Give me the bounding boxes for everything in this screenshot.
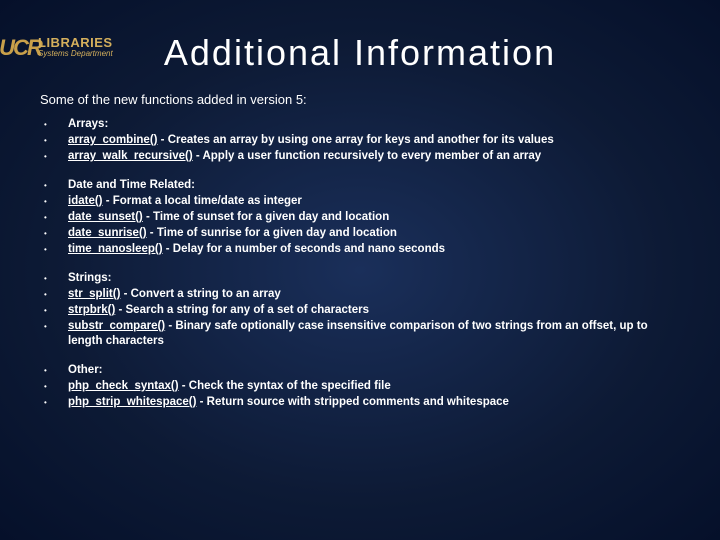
list-group: •Date and Time Related:•idate() - Format… [40,178,680,257]
function-name: idate() [68,195,103,207]
function-name: php_check_syntax() [68,380,179,392]
item-text: array_walk_recursive() - Apply a user fu… [68,149,541,164]
bullet-icon: • [40,149,68,164]
function-desc: - Time of sunrise for a given day and lo… [147,227,397,239]
function-name: date_sunrise() [68,227,147,239]
function-desc: - Format a local time/date as integer [103,195,302,207]
item-text: substr_compare() - Binary safe optionall… [68,319,680,349]
function-desc: - Time of sunset for a given day and loc… [143,211,389,223]
list-item: •php_check_syntax() - Check the syntax o… [40,379,680,394]
bullet-icon: • [40,133,68,148]
list-item: •date_sunrise() - Time of sunrise for a … [40,226,680,241]
function-name: time_nanosleep() [68,243,163,255]
bullet-icon: • [40,226,68,241]
bullet-icon: • [40,363,68,378]
bullet-icon: • [40,271,68,286]
function-name: date_sunset() [68,211,143,223]
group-heading: Arrays: [68,117,108,132]
function-desc: - Return source with stripped comments a… [196,396,508,408]
function-desc: - Delay for a number of seconds and nano… [163,243,445,255]
bullet-icon: • [40,319,68,334]
bullet-icon: • [40,242,68,257]
content-area: •Arrays:•array_combine() - Creates an ar… [40,117,680,410]
function-name: php_strip_whitespace() [68,396,196,408]
function-desc: - Convert a string to an array [120,288,280,300]
item-text: strpbrk() - Search a string for any of a… [68,303,369,318]
list-item: •Strings: [40,271,680,286]
list-item: •Date and Time Related: [40,178,680,193]
logo-systems: Systems Department [38,50,113,58]
list-item: •time_nanosleep() - Delay for a number o… [40,242,680,257]
function-name: substr_compare() [68,320,165,332]
item-text: str_split() - Convert a string to an arr… [68,287,281,302]
function-desc: - Check the syntax of the specified file [179,380,391,392]
bullet-icon: • [40,210,68,225]
item-text: array_combine() - Creates an array by us… [68,133,554,148]
bullet-icon: • [40,117,68,132]
item-text: idate() - Format a local time/date as in… [68,194,302,209]
item-text: php_check_syntax() - Check the syntax of… [68,379,391,394]
list-group: •Strings:•str_split() - Convert a string… [40,271,680,349]
function-name: array_walk_recursive() [68,150,193,162]
function-name: array_combine() [68,134,157,146]
list-group: •Arrays:•array_combine() - Creates an ar… [40,117,680,164]
logo-mark: UCR [6,36,34,60]
intro-text: Some of the new functions added in versi… [40,92,720,107]
list-item: •array_walk_recursive() - Apply a user f… [40,149,680,164]
group-heading: Strings: [68,271,111,286]
org-logo: UCR LIBRARIES Systems Department [6,36,113,60]
logo-libraries: LIBRARIES [38,36,113,49]
bullet-icon: • [40,194,68,209]
list-item: •idate() - Format a local time/date as i… [40,194,680,209]
function-name: strpbrk() [68,304,115,316]
bullet-icon: • [40,287,68,302]
list-item: •str_split() - Convert a string to an ar… [40,287,680,302]
group-heading: Other: [68,363,103,378]
item-text: date_sunset() - Time of sunset for a giv… [68,210,389,225]
bullet-icon: • [40,395,68,410]
function-desc: - Apply a user function recursively to e… [193,150,542,162]
list-item: •array_combine() - Creates an array by u… [40,133,680,148]
list-item: •substr_compare() - Binary safe optional… [40,319,680,349]
item-text: date_sunrise() - Time of sunrise for a g… [68,226,397,241]
list-item: •Arrays: [40,117,680,132]
list-item: •strpbrk() - Search a string for any of … [40,303,680,318]
group-heading: Date and Time Related: [68,178,195,193]
item-text: time_nanosleep() - Delay for a number of… [68,242,445,257]
function-name: str_split() [68,288,120,300]
function-desc: - Search a string for any of a set of ch… [115,304,369,316]
list-group: •Other:•php_check_syntax() - Check the s… [40,363,680,410]
bullet-icon: • [40,178,68,193]
list-item: •php_strip_whitespace() - Return source … [40,395,680,410]
list-item: •date_sunset() - Time of sunset for a gi… [40,210,680,225]
list-item: •Other: [40,363,680,378]
function-desc: - Creates an array by using one array fo… [157,134,553,146]
item-text: php_strip_whitespace() - Return source w… [68,395,509,410]
bullet-icon: • [40,303,68,318]
bullet-icon: • [40,379,68,394]
